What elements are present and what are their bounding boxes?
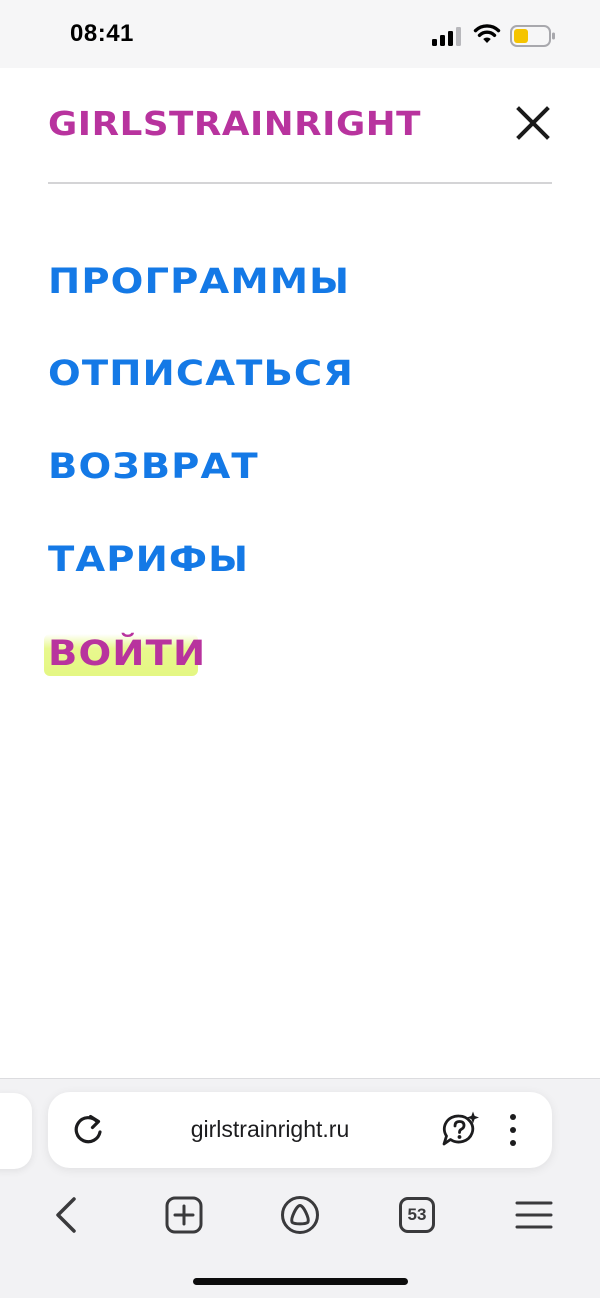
browser-toolbar: girlstrainright.ru 53 — [0, 1078, 600, 1298]
close-menu-button[interactable] — [512, 102, 554, 144]
browser-menu-button[interactable] — [510, 1191, 558, 1239]
menu-item-unsubscribe[interactable]: ОТПИСАТЬСЯ — [48, 354, 354, 394]
menu-item-programs[interactable]: ПРОГРАММЫ — [48, 262, 350, 302]
login-button[interactable]: ВОЙТИ — [44, 634, 205, 676]
alice-assistant-button[interactable] — [276, 1191, 324, 1239]
screen: 08:41 GIRLSTRAINRIGHT ПРОГРАММЫ ОТПИСАТЬ… — [0, 0, 600, 1298]
login-label: ВОЙТИ — [48, 634, 207, 674]
menu-item-tariffs[interactable]: ТАРИФЫ — [48, 540, 249, 580]
alice-icon — [281, 1196, 319, 1234]
battery-icon — [510, 25, 555, 47]
back-button[interactable] — [42, 1191, 90, 1239]
ai-assistant-chat-icon[interactable] — [440, 1110, 480, 1150]
close-icon — [516, 106, 550, 140]
header-divider — [48, 182, 552, 184]
cellular-signal-icon — [432, 27, 461, 46]
url-text[interactable]: girlstrainright.ru — [48, 1116, 492, 1143]
plus-square-icon — [165, 1196, 203, 1234]
address-bar[interactable]: girlstrainright.ru — [48, 1092, 552, 1168]
chevron-left-icon — [56, 1197, 76, 1233]
status-time: 08:41 — [70, 20, 134, 47]
tab-count-badge: 53 — [399, 1197, 435, 1233]
hamburger-menu-icon — [515, 1201, 553, 1229]
menu-item-refund[interactable]: ВОЗВРАТ — [48, 447, 259, 487]
previous-tab-preview[interactable] — [0, 1093, 32, 1169]
wifi-icon — [473, 24, 501, 43]
new-tab-button[interactable] — [160, 1191, 208, 1239]
more-options-icon[interactable] — [502, 1112, 524, 1148]
tabs-button[interactable]: 53 — [393, 1191, 441, 1239]
browser-nav-row: 53 — [0, 1191, 600, 1239]
brand-logo-text[interactable]: GIRLSTRAINRIGHT — [48, 104, 421, 143]
status-bar: 08:41 — [0, 0, 600, 68]
home-indicator[interactable] — [193, 1278, 408, 1285]
